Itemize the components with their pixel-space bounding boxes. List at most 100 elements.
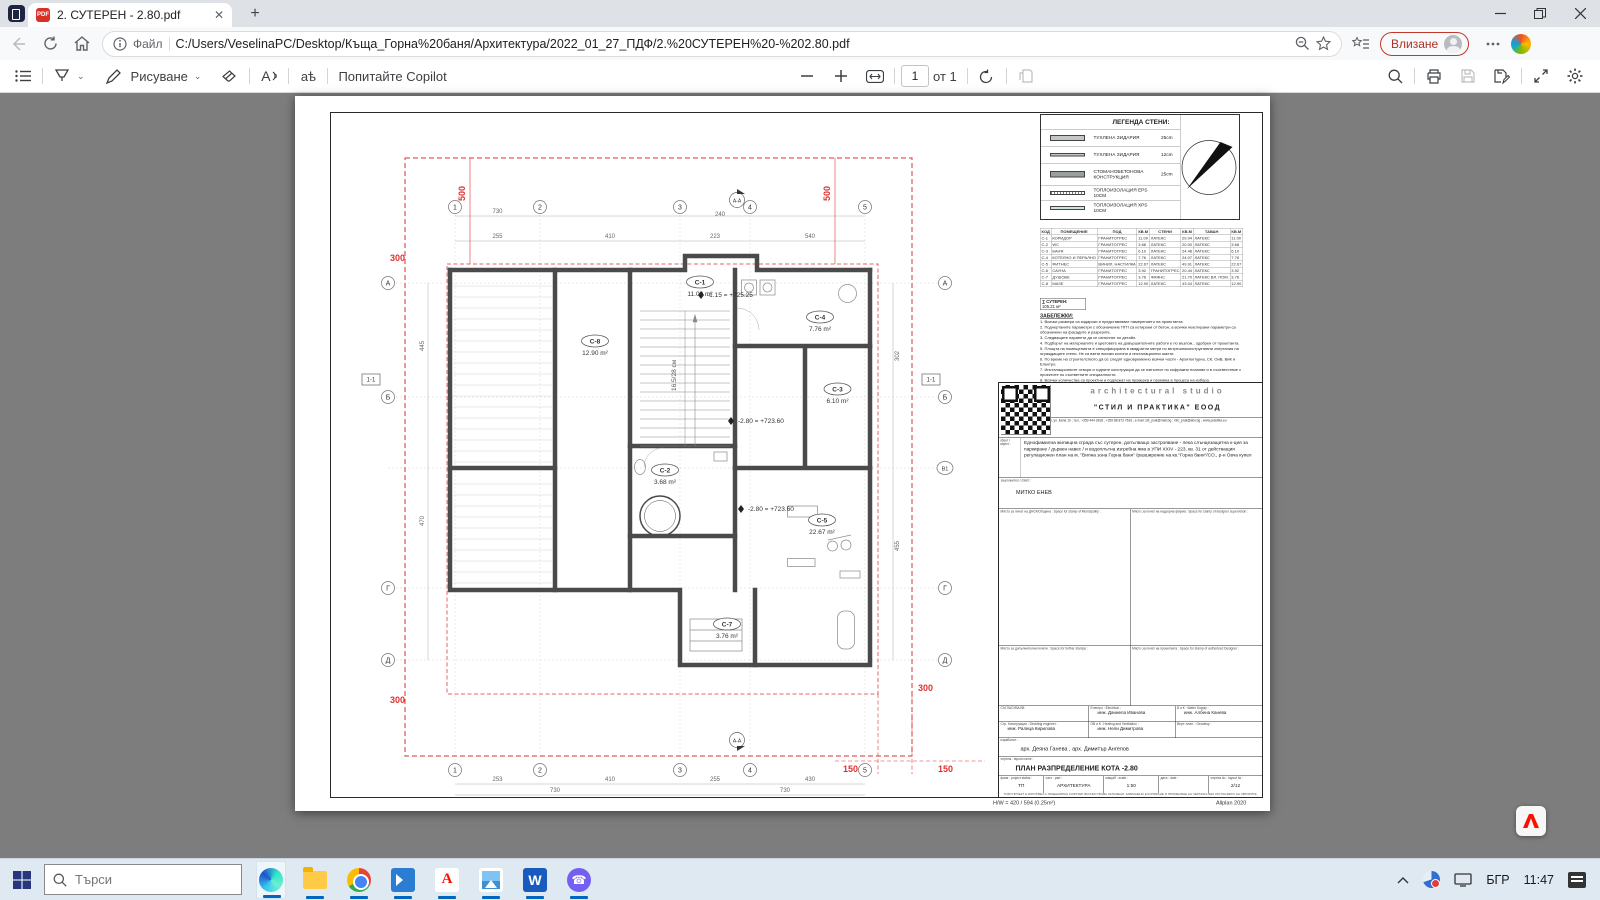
favorites-bar-icon[interactable] bbox=[1346, 30, 1374, 58]
url-scheme-label: Файл bbox=[133, 37, 163, 51]
more-menu-icon[interactable] bbox=[1479, 30, 1507, 58]
svg-text:А-А: А-А bbox=[733, 199, 742, 205]
drawing-label: чертеж : layout name : bbox=[1001, 758, 1261, 762]
language-indicator[interactable]: БГР bbox=[1486, 873, 1509, 887]
tab-close-icon[interactable]: ✕ bbox=[214, 8, 224, 22]
number-value: 2/12 bbox=[1211, 783, 1261, 789]
eps-insulation-swatch bbox=[1050, 191, 1085, 195]
pdf-toolbar: ⌄ Рисуване ⌄ A аѣ Попитайте Copilot от 1 bbox=[0, 60, 1600, 93]
translate-icon[interactable]: аѣ bbox=[295, 63, 321, 89]
svg-text:22.67 m²: 22.67 m² bbox=[809, 529, 835, 536]
grid-bubbles: 12345 12345 АБГД АБВ1ГД bbox=[382, 201, 954, 777]
page-number-input[interactable] bbox=[901, 65, 929, 87]
floor-plan: 500 500 300 300 300 150 150 bbox=[295, 96, 995, 811]
note-line: 4. Подборът на материалите и цветовете н… bbox=[1040, 341, 1247, 346]
svg-text:150: 150 bbox=[938, 764, 953, 774]
taskbar-explorer-icon[interactable] bbox=[300, 861, 330, 899]
svg-text:-2.80 = +723.60: -2.80 = +723.60 bbox=[748, 506, 794, 513]
fit-width-icon[interactable] bbox=[862, 63, 888, 89]
save-as-icon[interactable] bbox=[1489, 63, 1515, 89]
taskbar-chrome-icon[interactable] bbox=[344, 861, 374, 899]
url-field[interactable]: Файл C:/Users/VeselinaPC/Desktop/Къща_Го… bbox=[102, 31, 1342, 57]
separator bbox=[967, 68, 968, 84]
stamp-municipality: Място за печат на ДНСК/Община : Space fo… bbox=[999, 509, 1131, 646]
draw-pen-icon[interactable] bbox=[101, 63, 127, 89]
close-button[interactable] bbox=[1560, 0, 1600, 27]
info-icon[interactable] bbox=[113, 37, 127, 51]
toc-icon[interactable] bbox=[10, 63, 36, 89]
taskbar-blue-app-icon[interactable] bbox=[388, 861, 418, 899]
draw-chevron-icon[interactable]: ⌄ bbox=[192, 71, 204, 82]
security-tray-icon[interactable] bbox=[1423, 871, 1440, 888]
svg-text:410: 410 bbox=[605, 777, 616, 783]
taskbar-search[interactable] bbox=[44, 864, 242, 895]
tab-title: 2. СУТЕРЕН - 2.80.pdf bbox=[57, 8, 207, 22]
hvac-engineer: инж. Нели Димитрова bbox=[1098, 726, 1174, 731]
svg-text:С-5: С-5 bbox=[817, 518, 828, 525]
address-bar: Файл C:/Users/VeselinaPC/Desktop/Къща_Го… bbox=[0, 27, 1600, 60]
svg-text:С-7: С-7 bbox=[722, 622, 733, 629]
dimension-lines bbox=[428, 216, 893, 795]
taskbar-word-icon[interactable]: W bbox=[520, 861, 550, 899]
notification-center-icon[interactable] bbox=[1568, 872, 1586, 888]
stamp-designer: Място за печат на проектанта : Space for… bbox=[1131, 646, 1263, 706]
adobe-acrobat-extension-button[interactable] bbox=[1516, 806, 1546, 836]
read-aloud-icon[interactable]: A bbox=[256, 63, 282, 89]
home-icon[interactable] bbox=[68, 30, 96, 58]
settings-gear-icon[interactable] bbox=[1562, 63, 1588, 89]
highlighter-chevron-icon[interactable]: ⌄ bbox=[75, 71, 87, 82]
svg-text:12.90 m²: 12.90 m² bbox=[582, 350, 608, 357]
xps-insulation-swatch bbox=[1050, 206, 1085, 210]
tray-chevron-icon[interactable] bbox=[1397, 876, 1409, 884]
fineprint: ТОЗИ ПРОЕКТ Е ИЗГОТВЕН С ЛИЦЕНЗИРАН СОФТ… bbox=[999, 793, 1262, 799]
browser-tab[interactable]: 2. СУТЕРЕН - 2.80.pdf ✕ bbox=[28, 3, 232, 27]
svg-text:1: 1 bbox=[453, 768, 457, 775]
zoom-out-button[interactable] bbox=[794, 63, 820, 89]
ask-copilot-button[interactable]: Попитайте Copilot bbox=[334, 69, 450, 84]
new-tab-button[interactable]: + bbox=[244, 4, 266, 26]
svg-text:А: А bbox=[386, 281, 391, 288]
schedule-row: С-8МАЗЕГРАНИТОГРЕС12.90ЛАТЕКС43.04ЛАТЕКС… bbox=[1040, 280, 1242, 287]
favorite-star-icon[interactable] bbox=[1316, 36, 1331, 51]
highlighter-icon[interactable] bbox=[49, 63, 75, 89]
taskbar-photos-icon[interactable] bbox=[476, 861, 506, 899]
print-icon[interactable] bbox=[1421, 63, 1447, 89]
approvals-label: СЪГЛАСУВАЛИ: bbox=[1001, 707, 1088, 711]
workspaces-icon[interactable] bbox=[8, 5, 25, 22]
draw-label[interactable]: Рисуване bbox=[127, 69, 192, 84]
start-button[interactable] bbox=[0, 859, 44, 900]
svg-text:1-1: 1-1 bbox=[927, 378, 936, 384]
legend-row: ТУХЛЕНА ЗИДАРИЯ25cm bbox=[1041, 129, 1180, 146]
zoom-out-icon[interactable] bbox=[1295, 36, 1310, 51]
back-icon[interactable] bbox=[4, 30, 32, 58]
taskbar-search-input[interactable] bbox=[75, 872, 215, 887]
signin-button[interactable]: Влизане bbox=[1380, 32, 1469, 56]
meta-row: фаза : project status :ТП част : part :А… bbox=[999, 776, 1262, 793]
minimize-button[interactable] bbox=[1480, 0, 1520, 27]
svg-text:5: 5 bbox=[863, 768, 867, 775]
sheet-size-label: H/W = 420 / 594 (0.25m²) bbox=[993, 800, 1055, 806]
refresh-icon[interactable] bbox=[36, 30, 64, 58]
restore-button[interactable] bbox=[1520, 0, 1560, 27]
taskbar-edge-icon[interactable] bbox=[256, 861, 286, 899]
svg-text:А: А bbox=[943, 281, 948, 288]
note-line: 3. Следващите парапети да се изпълнят по… bbox=[1040, 336, 1247, 341]
clock[interactable]: 11:47 bbox=[1524, 873, 1554, 887]
svg-text:3: 3 bbox=[678, 205, 682, 212]
copilot-icon[interactable] bbox=[1511, 34, 1531, 54]
taskbar-acrobat-icon[interactable]: A bbox=[432, 861, 462, 899]
pdf-page[interactable]: 500 500 300 300 300 150 150 bbox=[295, 96, 1270, 811]
svg-text:730: 730 bbox=[492, 209, 503, 215]
search-icon[interactable] bbox=[1382, 63, 1408, 89]
separator bbox=[288, 68, 289, 84]
cad-app-label: Allplan 2020 bbox=[1216, 800, 1246, 806]
fullscreen-icon[interactable] bbox=[1528, 63, 1554, 89]
brick-12-swatch bbox=[1050, 153, 1085, 157]
phase-label: фаза : project status : bbox=[1001, 777, 1043, 781]
rotate-icon[interactable] bbox=[974, 63, 1000, 89]
svg-text:540: 540 bbox=[805, 234, 816, 240]
taskbar-viber-icon[interactable]: ☎ bbox=[564, 861, 594, 899]
eraser-icon[interactable] bbox=[217, 63, 243, 89]
network-icon[interactable] bbox=[1454, 873, 1472, 887]
zoom-in-button[interactable] bbox=[828, 63, 854, 89]
